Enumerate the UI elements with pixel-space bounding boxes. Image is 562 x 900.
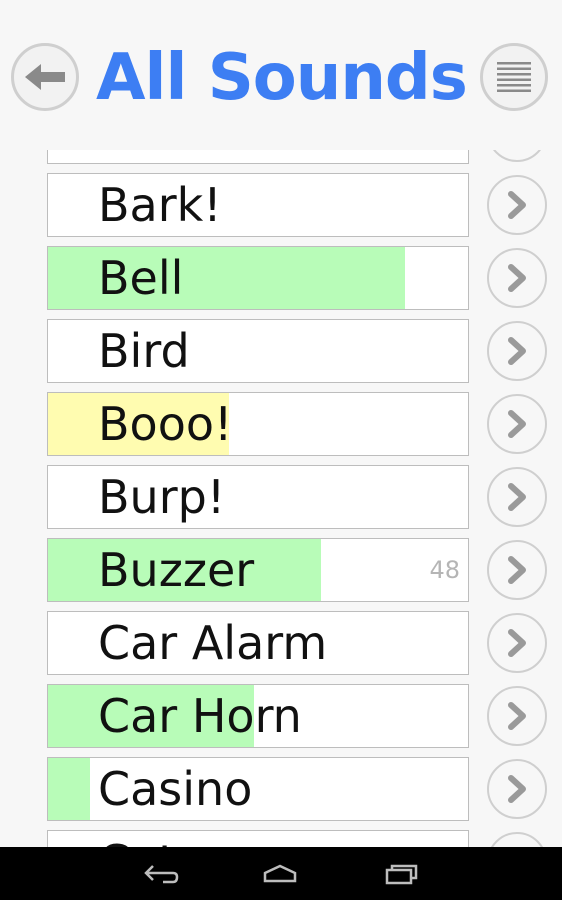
chevron-right-icon: [508, 410, 526, 438]
sound-detail-button[interactable]: [487, 248, 547, 308]
page-title: All Sounds: [96, 41, 468, 115]
chevron-right-icon: [508, 702, 526, 730]
play-count: 48: [429, 556, 460, 584]
sound-label: Burp!: [98, 470, 226, 524]
sound-play-button[interactable]: Bell: [47, 246, 469, 310]
chevron-right-icon: [508, 264, 526, 292]
sound-play-button[interactable]: [47, 150, 469, 164]
sound-label: Casino: [98, 762, 253, 816]
chevron-right-icon: [508, 629, 526, 657]
sound-label: Cat: [98, 831, 176, 847]
sound-row: Buzzer 48: [0, 538, 562, 602]
sound-detail-button[interactable]: [487, 467, 547, 527]
sound-row: Cat: [0, 830, 562, 847]
sound-detail-button[interactable]: [487, 394, 547, 454]
sound-row: Booo!: [0, 392, 562, 456]
sound-detail-button[interactable]: [487, 321, 547, 381]
sound-detail-button[interactable]: [487, 686, 547, 746]
sound-play-button[interactable]: Bird: [47, 319, 469, 383]
sound-label: Buzzer: [98, 543, 255, 597]
sound-play-button[interactable]: Bark!: [47, 173, 469, 237]
chevron-right-icon: [508, 337, 526, 365]
back-button[interactable]: [11, 43, 79, 111]
sound-row: [0, 150, 562, 164]
sound-play-button[interactable]: Casino: [47, 757, 469, 821]
system-nav-bar: [0, 847, 562, 900]
menu-button[interactable]: [480, 43, 548, 111]
chevron-right-icon: [508, 191, 526, 219]
sound-play-button[interactable]: Burp!: [47, 465, 469, 529]
chevron-right-icon: [508, 483, 526, 511]
sound-list[interactable]: Bark! Bell Bird Booo! Burp! Buzzer 48 Car Alarm…: [0, 150, 562, 847]
sound-play-button[interactable]: Booo!: [47, 392, 469, 456]
sound-detail-button[interactable]: [487, 175, 547, 235]
nav-back-icon: [144, 865, 179, 884]
nav-home-icon: [263, 864, 297, 883]
chevron-right-icon: [508, 775, 526, 803]
header: All Sounds: [0, 0, 562, 160]
sound-label: Booo!: [98, 397, 233, 451]
sound-play-button[interactable]: Cat: [47, 830, 469, 847]
nav-home-button[interactable]: [260, 859, 300, 889]
nav-recents-button[interactable]: [381, 859, 421, 889]
sound-row: Bell: [0, 246, 562, 310]
sound-row: Burp!: [0, 465, 562, 529]
sound-label: Bark!: [98, 178, 222, 232]
sound-row: Car Alarm: [0, 611, 562, 675]
sound-detail-button[interactable]: [487, 759, 547, 819]
sound-play-button[interactable]: Car Horn: [47, 684, 469, 748]
sound-label: Car Alarm: [98, 616, 328, 670]
sound-play-button[interactable]: Car Alarm: [47, 611, 469, 675]
sound-row: Casino: [0, 757, 562, 821]
sound-detail-button[interactable]: [487, 150, 547, 162]
sound-row: Bird: [0, 319, 562, 383]
sound-detail-button[interactable]: [487, 832, 547, 847]
sound-label: Bell: [98, 251, 184, 305]
sound-play-button[interactable]: Buzzer 48: [47, 538, 469, 602]
chevron-right-icon: [508, 556, 526, 584]
nav-recents-icon: [385, 864, 418, 885]
nav-back-button[interactable]: [141, 859, 181, 889]
sound-row: Car Horn: [0, 684, 562, 748]
menu-lines-icon: [497, 62, 531, 92]
play-progress-fill: [48, 758, 90, 820]
sound-detail-button[interactable]: [487, 540, 547, 600]
sound-detail-button[interactable]: [487, 613, 547, 673]
sound-label: Bird: [98, 324, 190, 378]
back-arrow-icon: [25, 64, 65, 90]
sound-label: Car Horn: [98, 689, 302, 743]
sound-row: Bark!: [0, 173, 562, 237]
